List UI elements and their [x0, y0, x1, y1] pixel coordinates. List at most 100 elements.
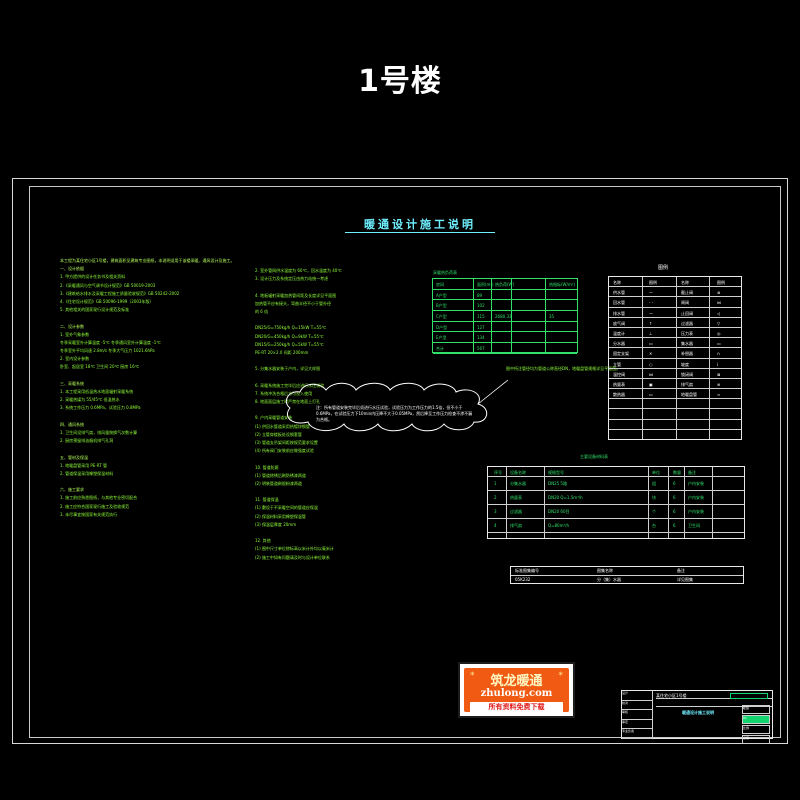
table-cell: 热负荷(W) [495, 282, 515, 287]
note-line: PE-RT 20×2.0 间距 200mm [255, 349, 309, 355]
legend-row: 热量表 ▣ 排气扇 ⊕ [609, 379, 741, 390]
legend-label: 压力表 [681, 330, 693, 336]
legend-symbol-icon: — [649, 290, 653, 296]
table-row: A户型 89 [433, 290, 577, 301]
table-cell: 102 [477, 303, 485, 309]
note-line [60, 479, 240, 487]
note-line: 1. 室外气象参数 [60, 331, 90, 337]
note-line [255, 358, 425, 366]
note-line: (3) 管道支吊架间距按规范要求设置 [255, 439, 318, 445]
legend-label: 锁闭阀 [681, 371, 693, 377]
note-line: 2.《采暖通风与空气调节设计规范》GB 50019-2003 [60, 282, 156, 288]
note-line [255, 530, 425, 538]
legend-label: 固定支架 [613, 351, 629, 357]
note-line: 4. 地板辐射采暖加热管间距及长度详见平面图 [255, 292, 337, 298]
watermark-url: zhulong.com [480, 688, 553, 699]
note-line: 2. 管道保温采用橡塑保温材料 [60, 470, 114, 476]
legend-symbol-icon: ⊥ [649, 330, 653, 336]
legend-symbol-icon: ▭ [649, 392, 653, 398]
note-line: 四、通风系统 [60, 421, 84, 427]
table-cell: 567 [477, 346, 485, 352]
legend-symbol-icon: — [649, 310, 653, 316]
legend-row: 放气阀 ↑ 过滤器 ▽ [609, 318, 741, 328]
table-cell: 2 [494, 495, 497, 500]
table-cell: 2680.33 [495, 314, 512, 320]
legend-row [609, 409, 741, 420]
legend-label: 坡度 [681, 361, 689, 367]
table-cell: 单位 [652, 470, 660, 475]
signature-row: 审定 [622, 720, 652, 730]
legend-symbol-icon: ○ [649, 361, 653, 367]
note-line: 加热管不应有接头，弯曲半径不小于管外径 [255, 300, 331, 306]
legend-label: 闸阀 [681, 300, 689, 306]
table-row: D户型 127 [433, 322, 577, 333]
table-cell: 户内安装 [688, 495, 704, 500]
legend-label: 热量表 [613, 381, 625, 387]
table-cell: 序号 [494, 470, 502, 475]
std-header-name: 图集名称 [597, 568, 613, 573]
note-line: 六、施工要求 [60, 487, 84, 493]
std-row-remark: 详见图集 [677, 577, 693, 582]
legend-symbol-icon: ▭ [717, 341, 721, 347]
note-line: 3. 未尽事宜按国家有关规范执行 [60, 511, 118, 517]
table-cell: 台 [652, 523, 656, 528]
legend-symbol-icon: ⋈ [649, 371, 653, 377]
table-cell: 35 [549, 314, 555, 320]
note-line: 4.《住宅设计规范》GB 50096-1999（2003年版） [60, 298, 154, 304]
table-row: C户型 115 2680.33 35 [433, 311, 577, 322]
legend-label: 散热器 [613, 392, 625, 398]
table-row: 序号 设备名称 规格型号 单位 数量 备注 [488, 467, 744, 477]
equipment-table-title: 主要设备材料表 [580, 454, 608, 459]
table-row: E户型 134 [433, 332, 577, 344]
table-cell: 6 [673, 495, 676, 500]
note-line: 的 6 倍 [255, 308, 269, 314]
table-cell: 个 [652, 509, 656, 514]
table-cell: 134 [477, 335, 485, 341]
callout-note: 图中所注管径均为管道公称直径DN，地暖盘管规格详见平面图。 [506, 366, 621, 371]
table-row: 房间 面积(m²) 热负荷(W) 热指标(W/m²) [433, 279, 577, 290]
note-line [60, 446, 240, 454]
note-line [255, 284, 425, 292]
note-line: 冬季室外平均风速 2.8m/s 冬季大气压力 1021.6hPa [60, 348, 155, 354]
table-row: 2 热量表 DN20 Q=1.5m³/h 块 6 户内安装 [488, 491, 744, 505]
note-line: 3. 系统工作压力 0.6MPa，试验压力 0.8MPa [60, 405, 141, 411]
table-cell: 4 [494, 523, 497, 528]
legend-label: 止回阀 [681, 310, 693, 316]
note-line [255, 317, 425, 325]
note-line: 1. 卫生间设排气扇，排风量按换气次数计算 [60, 429, 138, 435]
note-line: 3. 设计压力及系统定压由热力站统一考虑 [255, 276, 329, 282]
note-line: 1. 本工程采用低温热水地面辐射采暖系统 [60, 389, 134, 394]
legend-symbol-icon: - - [649, 300, 654, 306]
table-cell: 设备名称 [510, 470, 526, 475]
legend-symbol-icon: ⊗ [717, 290, 721, 296]
table-cell: 3 [494, 509, 497, 514]
table-cell: B户型 [436, 303, 447, 309]
drawing-title: 暖通设计施工说明 [345, 216, 495, 233]
table-cell: 89 [477, 292, 483, 298]
table-cell: 户内安装 [688, 481, 704, 486]
legend-row: 供水管 — 截止阀 ⊗ [609, 287, 741, 298]
table-cell: 排气扇 [510, 523, 522, 528]
std-row-code: 05K232 [515, 577, 531, 582]
table-cell: 卫生间 [688, 523, 700, 528]
legend-row [609, 399, 741, 410]
legend-label: 地暖盘管 [681, 392, 697, 398]
legend-row: 分水器 ▭ 集水器 ▭ [609, 338, 741, 349]
note-line: (1) 敷设于不采暖空间的管道应保温 [255, 505, 318, 511]
note-line: (2) 明装管道刷银粉漆两道 [255, 480, 302, 486]
legend-label: 截止阀 [681, 290, 693, 296]
table-cell: 面积(m²) [477, 282, 494, 287]
heat-load-table: 采暖热负荷表 房间 面积(m²) 热负荷(W) 热指标(W/m²) A户型 89 B户型 10… [432, 270, 578, 354]
note-line [255, 489, 425, 497]
legend-label: 名称 [613, 280, 621, 285]
table-cell: 6 [673, 481, 676, 486]
legend-row [609, 420, 741, 430]
legend-symbol-icon: ▽ [717, 320, 721, 326]
signature-row: 审核 [622, 710, 652, 720]
legend-row: 立管 ○ 坡度 i [609, 359, 741, 369]
legend-label: 集水器 [681, 341, 693, 347]
note-line: 2. 室内设计参数 [60, 356, 90, 362]
note-line: DN20/G=450kg/h Q=9kW T=55℃ [255, 333, 324, 339]
legend-row: 固定支架 ✕ 补偿器 ∩ [609, 348, 741, 359]
table-cell: 热量表 [510, 495, 522, 500]
